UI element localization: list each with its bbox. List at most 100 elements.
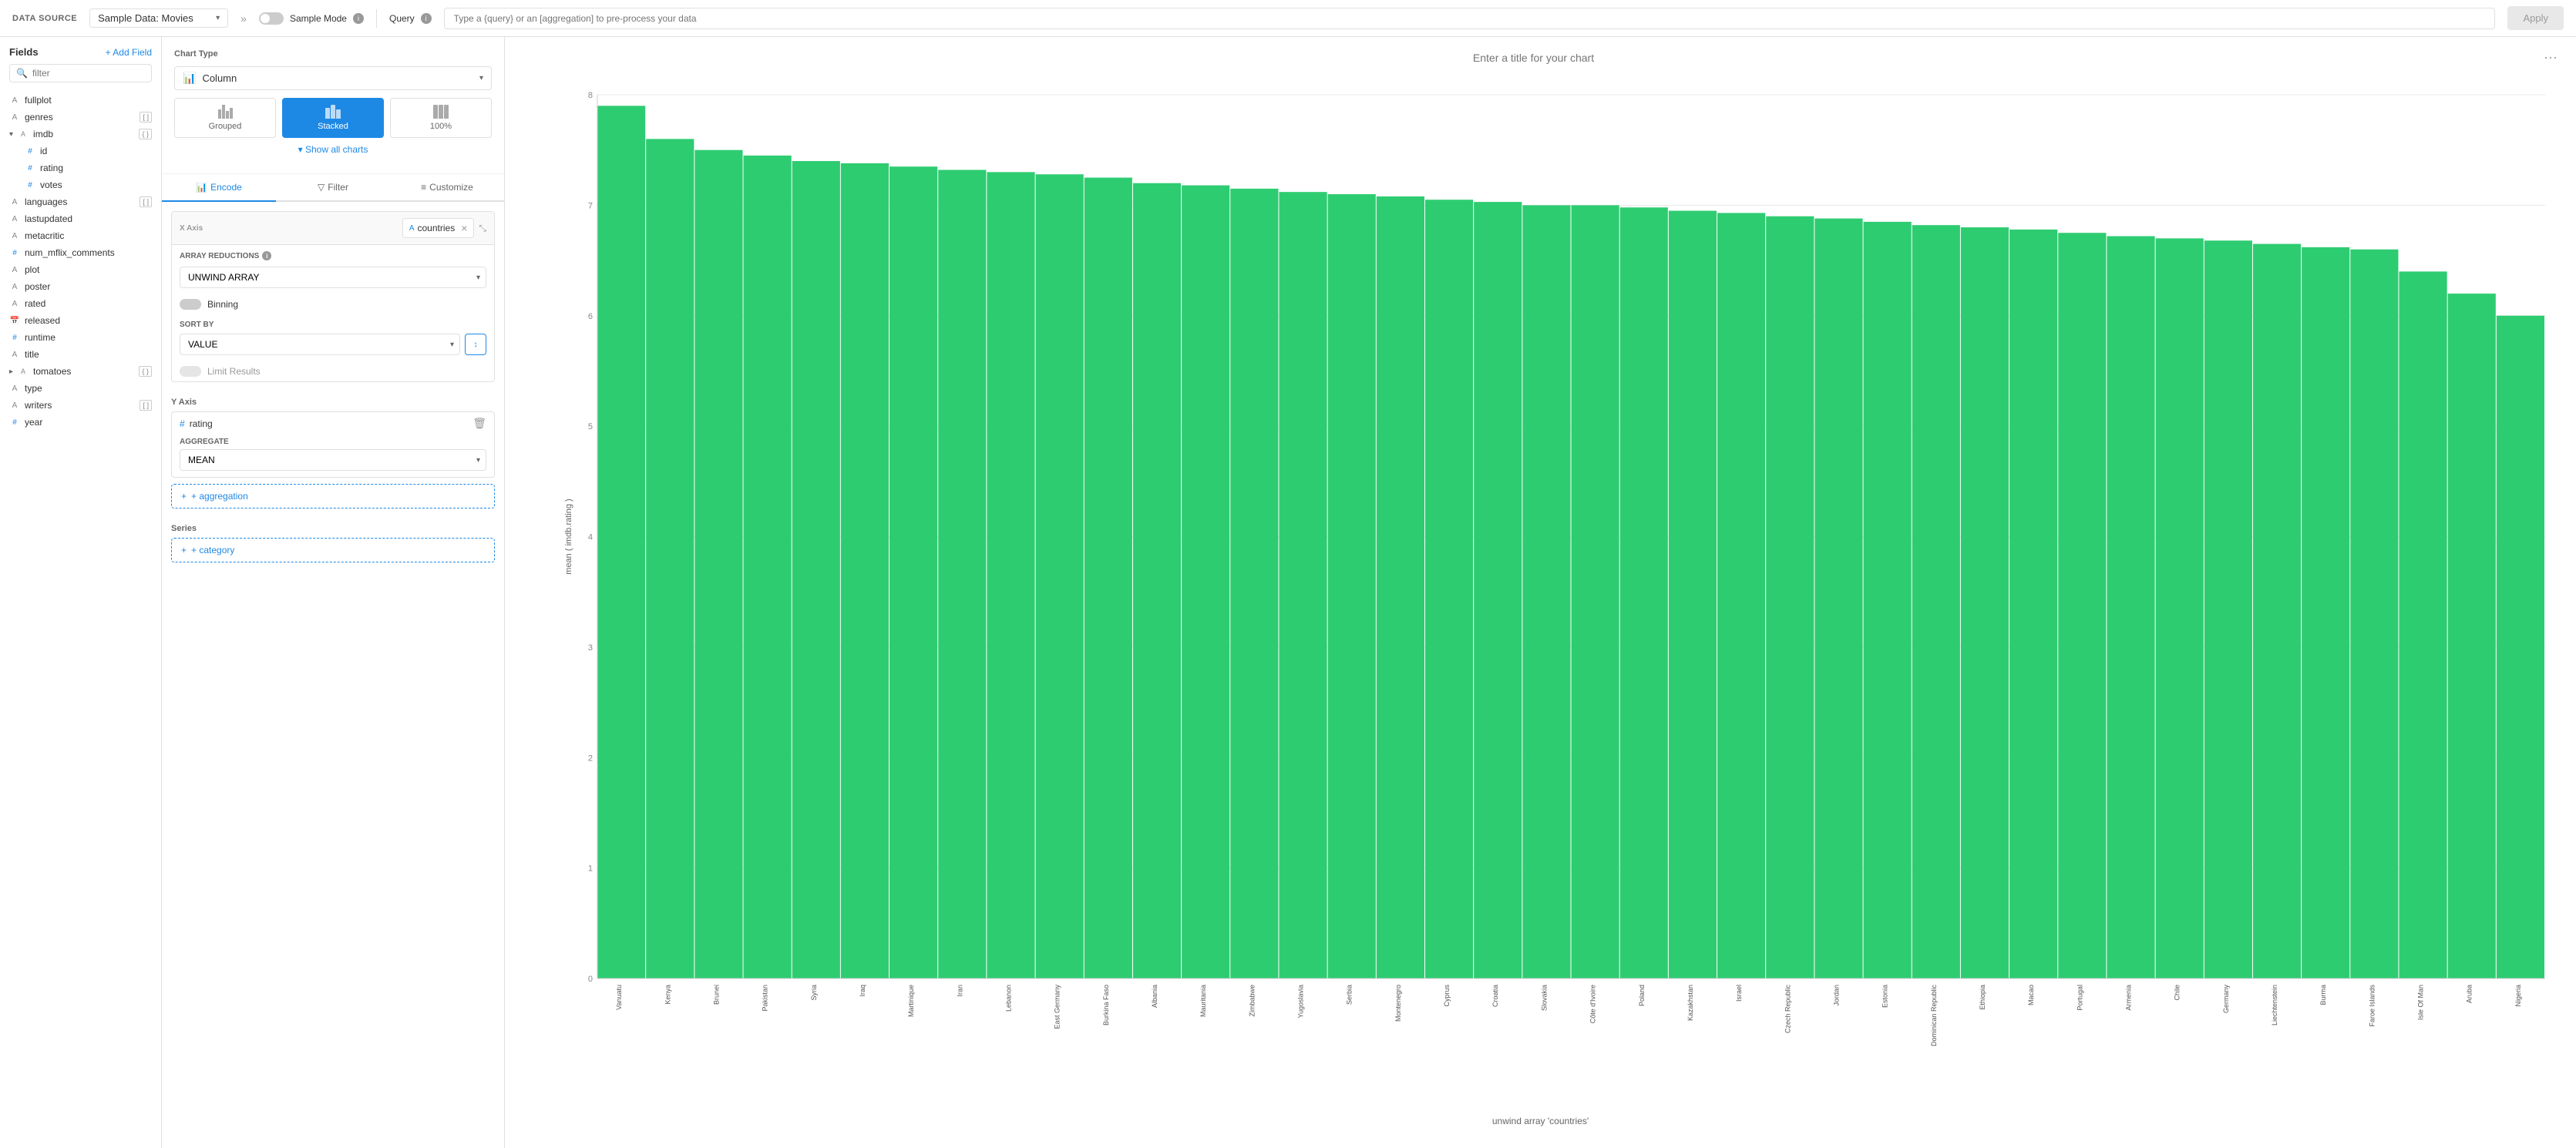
stacked-label: Stacked bbox=[318, 122, 348, 131]
query-info-icon[interactable]: i bbox=[421, 13, 432, 24]
add-field-button[interactable]: + Add Field bbox=[106, 47, 152, 58]
field-item-rating[interactable]: # rating bbox=[15, 159, 161, 176]
field-name: plot bbox=[25, 264, 152, 275]
field-item-votes[interactable]: # votes bbox=[15, 176, 161, 193]
string-icon: A bbox=[9, 283, 20, 291]
field-item-released[interactable]: 📅 released bbox=[0, 312, 161, 329]
svg-text:0: 0 bbox=[588, 975, 593, 984]
y-field-header: # rating 🗑 bbox=[172, 412, 494, 435]
query-section: Query i bbox=[389, 8, 2495, 29]
array-badge: [ ] bbox=[140, 112, 152, 123]
field-item-lastupdated[interactable]: A lastupdated bbox=[0, 210, 161, 227]
number-icon: # bbox=[9, 249, 20, 257]
field-name: rated bbox=[25, 298, 152, 309]
field-name: runtime bbox=[25, 332, 152, 343]
add-aggregation-button[interactable]: + + aggregation bbox=[171, 484, 495, 509]
svg-text:Cyprus: Cyprus bbox=[1443, 985, 1451, 1007]
field-item-languages[interactable]: A languages [ ] bbox=[0, 193, 161, 210]
apply-button[interactable]: Apply bbox=[2507, 6, 2564, 30]
field-item-rated[interactable]: A rated bbox=[0, 295, 161, 312]
filter-label: Filter bbox=[328, 182, 348, 193]
field-item-type[interactable]: A type bbox=[0, 380, 161, 397]
svg-text:Dominican Republic: Dominican Republic bbox=[1930, 985, 1938, 1047]
string-icon: A bbox=[9, 232, 20, 240]
fields-header: Fields + Add Field bbox=[0, 37, 161, 64]
array-badge: [ ] bbox=[140, 400, 152, 411]
chart-title-input[interactable] bbox=[523, 52, 2544, 64]
sort-row: VALUE ▾ ↕ bbox=[180, 334, 486, 355]
encode-content: X Axis A countries × ⤡ ARRAY REDUCTIONS … bbox=[162, 202, 504, 1148]
array-badge: [ ] bbox=[140, 196, 152, 207]
chevron-down-icon: ▾ bbox=[9, 130, 13, 139]
tab-filter[interactable]: ▽ Filter bbox=[276, 174, 390, 200]
remove-y-field-button[interactable]: 🗑 bbox=[472, 417, 486, 430]
svg-text:2: 2 bbox=[588, 754, 593, 763]
unwind-select[interactable]: UNWIND ARRAY ▾ bbox=[180, 267, 486, 288]
field-item-writers[interactable]: A writers [ ] bbox=[0, 397, 161, 414]
field-item-runtime[interactable]: # runtime bbox=[0, 329, 161, 346]
binning-toggle[interactable] bbox=[180, 299, 201, 310]
field-name: writers bbox=[25, 400, 135, 411]
limit-toggle[interactable] bbox=[180, 366, 201, 377]
chart-subtype-100pct[interactable]: 100% bbox=[390, 98, 492, 138]
add-category-button[interactable]: + + category bbox=[171, 538, 495, 562]
string-icon: A bbox=[9, 215, 20, 223]
field-group-imdb[interactable]: ▾ A imdb { } bbox=[0, 126, 161, 143]
tab-encode[interactable]: 📊 Encode bbox=[162, 174, 276, 202]
imdb-children: # id # rating # votes bbox=[0, 143, 161, 193]
datasource-chevron-icon[interactable]: ▾ bbox=[216, 14, 220, 22]
svg-text:Kazakhstan: Kazakhstan bbox=[1687, 985, 1694, 1021]
tab-customize[interactable]: ≡ Customize bbox=[390, 174, 504, 200]
query-input[interactable] bbox=[444, 8, 2496, 29]
chart-subtype-stacked[interactable]: Stacked bbox=[282, 98, 384, 138]
field-item-id[interactable]: # id bbox=[15, 143, 161, 159]
sample-mode-toggle[interactable] bbox=[259, 12, 284, 25]
sort-value-select[interactable]: VALUE ▾ bbox=[180, 334, 460, 355]
array-reductions-info-icon[interactable]: i bbox=[262, 251, 271, 260]
chart-more-button[interactable]: ··· bbox=[2544, 49, 2558, 65]
y-axis-section: Y Axis # rating 🗑 AGGREGATE MEAN ▾ bbox=[171, 391, 495, 509]
svg-text:Burkina Faso: Burkina Faso bbox=[1102, 985, 1110, 1025]
column-chart-icon: 📊 bbox=[183, 72, 196, 85]
field-name: fullplot bbox=[25, 95, 152, 106]
string-icon: A bbox=[9, 198, 20, 206]
chart-content: 012345678mean ( imdb.rating )VanuatuKeny… bbox=[505, 72, 2576, 1148]
number-icon: # bbox=[25, 164, 35, 173]
datasource-selector[interactable]: Sample Data: Movies ▾ bbox=[89, 8, 228, 28]
field-name: languages bbox=[25, 196, 135, 207]
field-name: votes bbox=[40, 180, 152, 190]
field-item-title[interactable]: A title bbox=[0, 346, 161, 363]
chart-subtype-grouped[interactable]: Grouped bbox=[174, 98, 276, 138]
number-icon: # bbox=[25, 181, 35, 190]
remove-field-button[interactable]: × bbox=[461, 222, 467, 234]
field-item-fullplot[interactable]: A fullplot bbox=[0, 92, 161, 109]
fields-search-input[interactable] bbox=[32, 68, 145, 79]
field-item-poster[interactable]: A poster bbox=[0, 278, 161, 295]
field-group-tomatoes[interactable]: ▸ A tomatoes { } bbox=[0, 363, 161, 380]
field-item-metacritic[interactable]: A metacritic bbox=[0, 227, 161, 244]
sort-dropdown[interactable]: VALUE bbox=[180, 334, 460, 355]
countries-field-tag[interactable]: A countries × bbox=[402, 218, 475, 238]
field-item-plot[interactable]: A plot bbox=[0, 261, 161, 278]
unwind-dropdown[interactable]: UNWIND ARRAY bbox=[180, 267, 486, 288]
aggregate-select[interactable]: MEAN ▾ bbox=[180, 449, 486, 471]
y-axis-card: # rating 🗑 AGGREGATE MEAN ▾ bbox=[171, 411, 495, 478]
field-name: poster bbox=[25, 281, 152, 292]
sort-direction-button[interactable]: ↕ bbox=[465, 334, 486, 355]
chart-type-selector[interactable]: 📊 Column ▾ bbox=[174, 66, 492, 90]
aggregate-dropdown[interactable]: MEAN bbox=[180, 449, 486, 471]
grouped-label: Grouped bbox=[209, 122, 242, 131]
x-axis-card: X Axis A countries × ⤡ ARRAY REDUCTIONS … bbox=[171, 211, 495, 382]
y-field-icon: # bbox=[180, 418, 185, 429]
chart-visualization: 012345678mean ( imdb.rating )VanuatuKeny… bbox=[559, 79, 2553, 1086]
field-item-genres[interactable]: A genres [ ] bbox=[0, 109, 161, 126]
sample-mode-info-icon[interactable]: i bbox=[353, 13, 364, 24]
datasource-label: Data Source bbox=[12, 14, 77, 23]
svg-text:Isle Of Man: Isle Of Man bbox=[2417, 985, 2425, 1020]
show-all-charts-button[interactable]: ▾ Show all charts bbox=[174, 138, 492, 161]
field-item-year[interactable]: # year bbox=[0, 414, 161, 431]
expand-icon[interactable]: ⤡ bbox=[479, 223, 486, 234]
aggregate-select-wrapper: MEAN ▾ bbox=[180, 449, 486, 471]
chart-type-label: Chart Type bbox=[174, 49, 492, 59]
field-item-num-mflix-comments[interactable]: # num_mflix_comments bbox=[0, 244, 161, 261]
